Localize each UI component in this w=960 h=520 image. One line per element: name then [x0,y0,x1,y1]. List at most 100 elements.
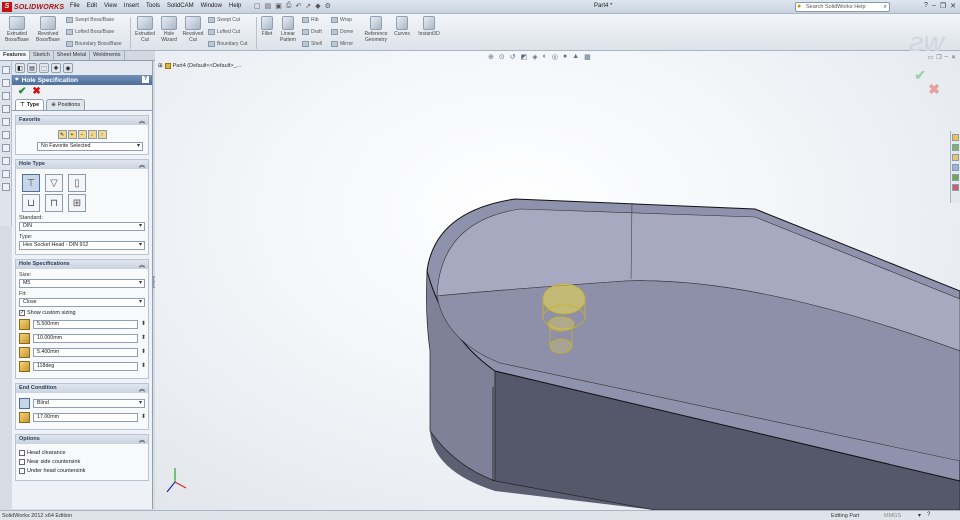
close-icon[interactable]: ✕ [950,2,956,10]
tab-sketch[interactable]: Sketch [30,51,54,60]
collapse-icon[interactable]: ︽ [139,260,145,269]
near-side-countersink-checkbox[interactable]: Near side countersink [19,459,145,465]
rib-button[interactable]: Rib [302,17,319,23]
straight-hole-icon[interactable]: ▯ [68,174,86,192]
zoom-area-icon[interactable] [2,92,10,100]
subtab-positions[interactable]: ⊕ Positions [46,99,86,110]
checkbox-empty-icon[interactable] [19,450,25,456]
status-help-icon[interactable]: ? [927,512,930,519]
lofted-cut-button[interactable]: Lofted Cut [208,29,240,35]
revolved-boss-button[interactable]: Revolved Boss/Base [34,16,62,43]
hole-type-group-header[interactable]: Hole Type ︽ [16,160,148,169]
search-icon[interactable]: ⌕ [884,3,887,11]
mirror-button[interactable]: Mirror [331,41,353,47]
swept-cut-button[interactable]: Swept Cut [208,17,240,23]
select-icon[interactable]: ➚ [305,2,311,10]
app-logo[interactable]: S SOLIDWORKS [2,1,64,13]
curves-button[interactable]: Curves [392,16,412,37]
design-library-icon[interactable] [952,144,959,151]
head-clearance-checkbox[interactable]: Head clearance [19,450,145,456]
appearances-icon[interactable] [952,174,959,181]
tab-weldments[interactable]: Weldments [90,51,125,60]
status-units[interactable]: MMGS [884,513,901,519]
normal-to-icon[interactable] [2,66,10,74]
add-favorite-icon[interactable]: + [67,130,77,139]
spinner-icon[interactable]: ⬍ [141,363,146,369]
through-hole-diameter-input[interactable]: 5.500mm [33,320,138,329]
tapered-tap-icon[interactable]: ⊓ [45,194,63,212]
custom-properties-icon[interactable] [952,184,959,191]
revolved-cut-button[interactable]: Revolved Cut [181,16,205,43]
size-select[interactable]: M5 [19,279,145,288]
fillet-button[interactable]: Fillet [259,16,275,37]
print-icon[interactable]: ⎙ [286,2,292,10]
undo-icon[interactable]: ↶ [295,2,301,10]
menu-help[interactable]: Help [229,2,241,10]
spinner-icon[interactable]: ⬍ [141,321,146,327]
checkbox-checked-icon[interactable]: ✓ [19,310,25,316]
show-custom-sizing-checkbox[interactable]: ✓ Show custom sizing [19,310,145,316]
options-group-header[interactable]: Options ︽ [16,435,148,444]
top-view-icon[interactable] [2,118,10,126]
hole-specifications-group-header[interactable]: Hole Specifications ︽ [16,260,148,269]
collapse-icon[interactable]: ︽ [139,435,145,444]
blind-depth-input[interactable]: 17.00mm [33,413,138,422]
end-condition-group-header[interactable]: End Condition ︽ [16,384,148,393]
cancel-icon[interactable]: ✖ [32,87,40,97]
menu-file[interactable]: File [70,2,80,10]
unit-system-icon[interactable]: ▾ [918,512,921,519]
menu-solidcam[interactable]: SolidCAM [167,2,194,10]
straight-tap-icon[interactable]: ⊔ [22,194,40,212]
standard-select[interactable]: DIN [19,222,145,231]
delete-favorite-icon[interactable]: − [77,130,87,139]
pan-view-icon[interactable] [2,170,10,178]
linear-pattern-button[interactable]: Linear Pattern [277,16,299,43]
new-document-icon[interactable]: ▢ [254,2,261,10]
extruded-cut-button[interactable]: Extruded Cut [133,16,157,43]
front-view-icon[interactable] [2,105,10,113]
file-explorer-icon[interactable] [952,154,959,161]
menu-edit[interactable]: Edit [87,2,97,10]
boundary-boss-button[interactable]: Boundary Boss/Base [66,41,122,47]
countersink-icon[interactable]: ▽ [45,174,63,192]
wrap-button[interactable]: Wrap [331,17,352,23]
resources-icon[interactable] [952,134,959,141]
tab-features[interactable]: Features [0,51,30,60]
apply-defaults-icon[interactable]: ✎ [57,130,67,139]
hole-wizard-button[interactable]: Hole Wizard [159,16,179,43]
counterbore-icon[interactable]: ⊤ [22,174,40,192]
save-icon[interactable]: ▣ [275,2,282,10]
collapse-icon[interactable]: ︽ [139,384,145,393]
reverse-direction-icon[interactable] [19,398,30,409]
end-condition-select[interactable]: Blind [33,399,145,408]
menu-tools[interactable]: Tools [146,2,160,10]
spinner-icon[interactable]: ⬍ [141,414,146,420]
checkbox-empty-icon[interactable] [19,468,25,474]
open-icon[interactable]: ▤ [265,2,272,10]
lofted-boss-button[interactable]: Lofted Boss/Base [66,29,114,35]
fastener-type-select[interactable]: Hex Socket Head - DIN 912 [19,241,145,250]
menu-view[interactable]: View [104,2,117,10]
drill-angle-input[interactable]: 118deg [33,362,138,371]
spinner-icon[interactable]: ⬍ [141,335,146,341]
spinner-icon[interactable]: ⬍ [141,349,146,355]
dome-button[interactable]: Dome [331,29,353,35]
legacy-hole-icon[interactable]: ⊞ [68,194,86,212]
under-head-countersink-checkbox[interactable]: Under head countersink [19,468,145,474]
display-manager-tab-icon[interactable]: ◉ [63,63,73,73]
ok-icon[interactable]: ✔ [18,87,26,97]
restore-icon[interactable]: ❐ [940,2,946,10]
part-model[interactable] [155,51,960,510]
right-view-icon[interactable] [2,131,10,139]
menu-window[interactable]: Window [201,2,222,10]
feature-manager-tab-icon[interactable]: ◧ [15,63,25,73]
collapse-icon[interactable]: ︽ [139,116,145,125]
shell-button[interactable]: Shell [302,41,322,47]
configuration-manager-tab-icon[interactable]: ⬚ [39,63,49,73]
display-style-icon[interactable] [2,183,10,191]
collapse-icon[interactable]: ︽ [139,160,145,169]
isometric-view-icon[interactable] [2,144,10,152]
minimize-icon[interactable]: – [932,2,936,10]
fit-select[interactable]: Close [19,298,145,307]
reference-geometry-button[interactable]: Reference Geometry [361,16,391,43]
